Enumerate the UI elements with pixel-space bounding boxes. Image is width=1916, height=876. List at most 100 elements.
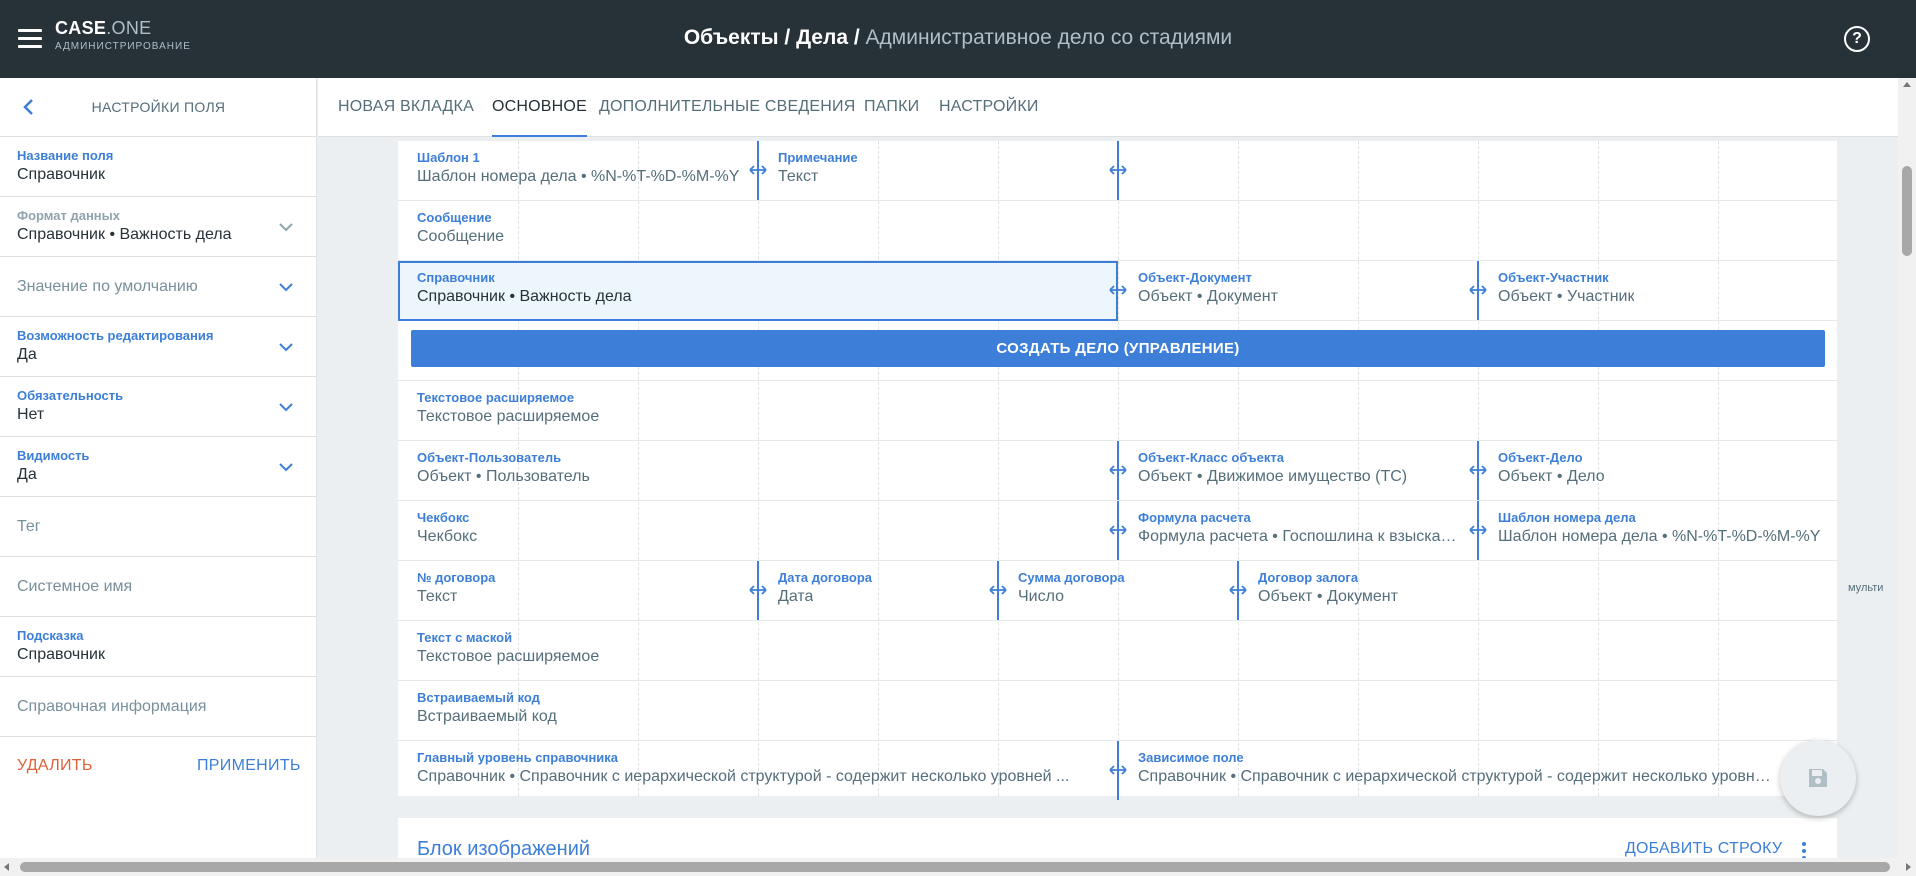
field-embedded-code[interactable]: Встраиваемый код Встраиваемый код [398, 681, 1837, 740]
field-type: Формула расчета • Госпошлина к взыскан..… [1138, 528, 1458, 545]
form-row: СОЗДАТЬ ДЕЛО (УПРАВЛЕНИЕ) [398, 321, 1837, 381]
field-label: Шаблон номера дела [1498, 510, 1636, 525]
horizontal-scrollbar[interactable] [0, 858, 1916, 876]
scroll-up-arrow[interactable] [1903, 82, 1911, 87]
field-type: Объект • Документ [1138, 288, 1278, 305]
system-name-input[interactable]: Системное имя [0, 557, 316, 617]
field-object-class[interactable]: Объект-Класс объекта Объект • Движимое и… [1119, 441, 1479, 500]
scroll-left-arrow[interactable] [4, 863, 9, 871]
field-object-document[interactable]: Объект-Документ Объект • Документ [1119, 261, 1479, 320]
reference-info-input[interactable]: Справочная информация [0, 677, 316, 737]
chevron-down-icon[interactable] [278, 399, 294, 415]
chevron-down-icon[interactable] [278, 339, 294, 355]
field-name-value[interactable]: Справочник [17, 166, 105, 184]
visibility-select[interactable]: Видимость Да [0, 437, 316, 497]
vertical-scrollbar[interactable] [1898, 78, 1916, 858]
field-type: Число [1018, 588, 1065, 605]
delete-button[interactable]: УДАЛИТЬ [17, 757, 93, 775]
field-label: Дата договора [778, 570, 873, 585]
field-type: Объект • Дело [1498, 468, 1605, 485]
visibility-value: Да [17, 466, 37, 483]
save-fab-button[interactable] [1780, 740, 1856, 816]
tab-bar: НОВАЯ ВКЛАДКА ОСНОВНОЕ ДОПОЛНИТЕЛЬНЫЕ СВ… [318, 78, 1898, 137]
field-reference-selected[interactable]: Справочник Справочник • Важность дела [398, 261, 1118, 321]
scroll-right-arrow[interactable] [1906, 863, 1911, 871]
field-contract-sum[interactable]: Сумма договора Число [999, 561, 1239, 620]
tab-settings[interactable]: НАСТРОЙКИ [939, 98, 1039, 137]
form-row: Чекбокс Чекбокс Формула расчета Формула … [398, 501, 1837, 561]
field-object-case[interactable]: Объект-Дело Объект • Дело [1479, 441, 1837, 500]
field-type: Текстовое расширяемое [417, 648, 600, 665]
field-dependent[interactable]: Зависимое поле Справочник • Справочник с… [1119, 741, 1837, 800]
field-label: Объект-Пользователь [417, 450, 562, 465]
field-checkbox[interactable]: Чекбокс Чекбокс [398, 501, 1118, 560]
field-label: Объект-Документ [1138, 270, 1252, 285]
multi-label: мульти [1848, 582, 1884, 594]
field-text-extended[interactable]: Текстовое расширяемое Текстовое расширяе… [398, 381, 1837, 440]
image-block: Блок изображений ДОБАВИТЬ СТРОКУ [398, 818, 1837, 858]
tab-folders[interactable]: ПАПКИ [864, 98, 919, 137]
help-circle-icon[interactable]: ? [1844, 26, 1870, 52]
field-type: Объект • Пользователь [417, 468, 590, 485]
data-format-select[interactable]: Формат данных Справочник • Важность дела [0, 197, 316, 257]
apply-button[interactable]: ПРИМЕНИТЬ [197, 757, 301, 775]
form-row: Шаблон 1 Шаблон номера дела • %N-%T-%D-%… [398, 141, 1837, 201]
add-row-button[interactable]: ДОБАВИТЬ СТРОКУ [1625, 840, 1782, 858]
panel-title: НАСТРОЙКИ ПОЛЯ [91, 99, 226, 115]
field-template1[interactable]: Шаблон 1 Шаблон номера дела • %N-%T-%D-%… [398, 141, 758, 200]
tag-input[interactable]: Тег [0, 497, 316, 557]
field-label: № договора [417, 570, 496, 585]
field-label: Сумма договора [1018, 570, 1125, 585]
field-type: Справочник • Важность дела [417, 288, 632, 305]
field-type: Текстовое расширяемое [417, 408, 600, 425]
hint-input[interactable]: Подсказка Справочник [0, 617, 316, 677]
field-case-number-template[interactable]: Шаблон номера дела Шаблон номера дела • … [1479, 501, 1837, 560]
hint-label: Подсказка [17, 628, 84, 643]
panel-header: НАСТРОЙКИ ПОЛЯ [0, 78, 316, 137]
hint-value[interactable]: Справочник [17, 646, 105, 664]
field-type: Шаблон номера дела • %N-%T-%D-%M-%Y [1498, 528, 1821, 545]
scroll-thumb[interactable] [1902, 166, 1912, 256]
field-pledge-contract[interactable]: Договор залога Объект • Документ [1239, 561, 1837, 620]
field-label: Сообщение [417, 210, 492, 225]
tab-main[interactable]: ОСНОВНОЕ [492, 98, 587, 137]
field-object-participant[interactable]: Объект-Участник Объект • Участник [1479, 261, 1837, 320]
field-type: Чекбокс [417, 528, 478, 545]
breadcrumb-path[interactable]: Объекты / Дела / [684, 26, 866, 49]
field-main-level[interactable]: Главный уровень справочника Справочник •… [398, 741, 1118, 800]
field-settings-panel: НАСТРОЙКИ ПОЛЯ Название поля Справочник … [0, 78, 317, 858]
form-row: Главный уровень справочника Справочник •… [398, 741, 1837, 801]
required-select[interactable]: Обязательность Нет [0, 377, 316, 437]
field-note[interactable]: Примечание Текст [759, 141, 1119, 200]
form-row: Текстовое расширяемое Текстовое расширяе… [398, 381, 1837, 441]
tab-additional-info[interactable]: ДОПОЛНИТЕЛЬНЫЕ СВЕДЕНИЯ [599, 98, 856, 137]
data-format-value: Справочник • Важность дела [17, 226, 232, 243]
chevron-down-icon[interactable] [278, 459, 294, 475]
field-label: Зависимое поле [1138, 750, 1244, 765]
kebab-icon[interactable] [1802, 842, 1808, 858]
field-label: Справочник [417, 270, 495, 285]
field-masked-text[interactable]: Текст с маской Текстовое расширяемое [398, 621, 1837, 680]
field-formula[interactable]: Формула расчета Формула расчета • Госпош… [1119, 501, 1479, 560]
create-case-button[interactable]: СОЗДАТЬ ДЕЛО (УПРАВЛЕНИЕ) [411, 330, 1825, 367]
field-label: Главный уровень справочника [417, 750, 619, 765]
field-contract-date[interactable]: Дата договора Дата [759, 561, 999, 620]
default-value-select[interactable]: Значение по умолчанию [0, 257, 316, 317]
field-label: Встраиваемый код [417, 690, 540, 705]
breadcrumb-current: Административное дело со стадиями [865, 26, 1233, 49]
form-row: Объект-Пользователь Объект • Пользовател… [398, 441, 1837, 501]
field-name-input[interactable]: Название поля Справочник [0, 137, 316, 197]
chevron-down-icon[interactable] [278, 219, 294, 235]
chevron-down-icon[interactable] [278, 279, 294, 295]
field-type: Текст [778, 168, 819, 185]
system-name-placeholder: Системное имя [17, 578, 133, 595]
image-block-title: Блок изображений [417, 838, 591, 858]
field-contract-no[interactable]: № договора Текст [398, 561, 758, 620]
editable-select[interactable]: Возможность редактирования Да [0, 317, 316, 377]
field-message[interactable]: Сообщение Сообщение [398, 201, 1837, 260]
field-object-user[interactable]: Объект-Пользователь Объект • Пользовател… [398, 441, 1118, 500]
resize-horizontal-icon[interactable] [1109, 162, 1127, 178]
scroll-thumb[interactable] [20, 862, 1890, 872]
default-value-label: Значение по умолчанию [17, 278, 198, 295]
tab-new[interactable]: НОВАЯ ВКЛАДКА [338, 98, 474, 137]
